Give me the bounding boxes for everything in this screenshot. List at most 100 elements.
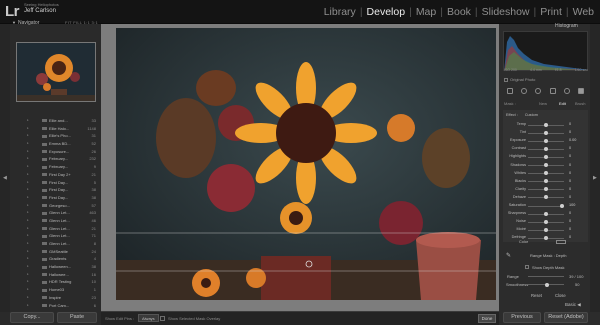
reset-adobe-button[interactable]: Reset (Adobe) [544,312,588,323]
collection-item[interactable]: ▸ Glenn Let... 463 [12,210,100,218]
original-photo-toggle[interactable]: Original Photo [504,77,535,82]
collection-item[interactable]: ▸ First Day 2+ 21 [12,172,100,180]
slider-blacks[interactable]: Blacks 0 [503,178,588,186]
expand-arrow-icon[interactable]: ▸ [27,180,29,184]
collection-item[interactable]: ▸ February... 232 [12,156,100,164]
spot-removal-icon[interactable] [521,88,528,94]
right-panel-edge[interactable] [590,24,600,312]
collection-item[interactable]: ▸ Ellie and... 33 [12,118,100,126]
expand-arrow-icon[interactable]: ▸ [27,256,29,260]
slider-value[interactable]: 0 [569,122,571,126]
slider-knob[interactable] [544,227,548,232]
collection-item[interactable]: ▸ Glenn Let... 71 [12,233,100,241]
slider-value[interactable]: 0 [569,195,571,199]
module-print[interactable]: Print [540,6,562,18]
basic-panel-header[interactable]: Basic ◀ [565,302,581,308]
slider-knob[interactable] [544,130,548,135]
color-swatch[interactable] [556,240,566,244]
mask-edit-button[interactable]: Edit [559,101,566,106]
collection-item[interactable]: ▸ Gradients 4 [12,256,100,264]
collection-item[interactable]: ▸ First Day... 38 [12,195,100,203]
collection-item[interactable]: ▸ Port Cam... 6 [12,303,100,311]
slider-knob[interactable] [544,138,548,143]
slider-highlights[interactable]: Highlights 0 [503,153,588,161]
slider-knob[interactable] [544,171,548,176]
slider-value[interactable]: 0 [569,187,571,191]
slider-temp[interactable]: Temp 0 [503,121,588,129]
expand-arrow-icon[interactable]: ▸ [27,233,29,237]
slider-knob[interactable] [544,235,548,240]
slider-knob[interactable] [544,195,548,200]
expand-arrow-icon[interactable]: ▸ [27,118,29,122]
collection-item[interactable]: ▸ Exposure... 26 [12,149,100,157]
photo-view[interactable] [116,28,496,300]
effect-select[interactable]: Custom [525,113,538,117]
collection-item[interactable]: ▸ Glenn Let... 21 [12,226,100,234]
radial-filter-icon[interactable] [563,88,570,94]
collection-item[interactable]: ▸ Hallowee... 16 [12,272,100,280]
slider-track[interactable] [528,205,564,207]
slider-value[interactable]: 0 [569,154,571,158]
zoom-levels[interactable]: FIT FILL 1:1 3:1 [65,20,98,25]
smoothness-knob[interactable] [545,282,549,287]
module-map[interactable]: Map [416,6,436,18]
slider-value[interactable]: 0 [569,130,571,134]
slider-dehaze[interactable]: Dehaze 0 [503,194,588,202]
panel-close-button[interactable]: Close [555,293,566,298]
slider-tint[interactable]: Tint 0 [503,129,588,137]
slider-contrast[interactable]: Contrast 0 [503,145,588,153]
slider-whites[interactable]: Whites 0 [503,170,588,178]
expand-arrow-icon[interactable]: ▸ [27,203,29,207]
expand-arrow-icon[interactable]: ▸ [27,172,29,176]
expand-arrow-icon[interactable]: ▸ [27,295,29,299]
expand-arrow-icon[interactable]: ▸ [27,133,29,137]
collection-item[interactable]: ▸ Georgeso... 57 [12,203,100,211]
module-web[interactable]: Web [573,6,594,18]
slider-knob[interactable] [544,219,548,224]
slider-moir[interactable]: Moiré 0 [503,226,588,234]
slider-value[interactable]: 0 [569,211,571,215]
collection-item[interactable]: ▸ Emma BD... 52 [12,141,100,149]
slider-value[interactable]: 0 [569,227,571,231]
module-library[interactable]: Library [324,6,356,18]
collection-item[interactable]: ▸ Glenn Let... 8 [12,241,100,249]
collection-item[interactable]: ▸ Ellie's Pho... 31 [12,133,100,141]
left-panel-edge[interactable] [0,24,10,312]
navigator-preview[interactable] [16,42,96,102]
collection-item[interactable]: ▸ Inspire 23 [12,295,100,303]
slider-value[interactable]: 0 [569,179,571,183]
histogram[interactable] [503,31,588,71]
slider-noise[interactable]: Noise 0 [503,218,588,226]
module-develop[interactable]: Develop [367,6,406,18]
mask-overlay-checkbox[interactable] [160,316,165,321]
slider-defringe[interactable]: Defringe 0 [503,234,588,242]
collection-item[interactable]: ▸ Halloween... 38 [12,264,100,272]
expand-arrow-icon[interactable]: ▸ [27,187,29,191]
mask-brush-button[interactable]: Brush [575,101,585,106]
slider-value[interactable]: 0.00 [569,138,576,142]
expand-arrow-icon[interactable]: ▸ [27,149,29,153]
show-depth-checkbox[interactable] [525,265,529,269]
copy-button[interactable]: Copy... [10,312,54,323]
expand-arrow-icon[interactable]: ▸ [27,272,29,276]
expand-arrow-icon[interactable]: ▸ [27,264,29,268]
slider-value[interactable]: 0 [569,235,571,239]
previous-button[interactable]: Previous [503,312,541,323]
slider-knob[interactable] [544,163,548,167]
slider-saturation[interactable]: Saturation 100 [503,202,588,210]
slider-value[interactable]: 0 [569,219,571,223]
expand-arrow-icon[interactable]: ▸ [27,141,29,145]
range-slider-track[interactable] [528,276,564,277]
collection-item[interactable]: ▸ Glenn Let... 46 [12,218,100,226]
slider-value[interactable]: 0 [569,146,571,150]
collapse-left-icon[interactable]: ◀ [3,175,7,181]
slider-knob[interactable] [544,146,548,151]
slider-knob[interactable] [544,179,548,184]
slider-knob[interactable] [544,122,548,127]
collection-item[interactable]: ▸ First Day... 38 [12,187,100,195]
original-photo-checkbox[interactable] [504,77,508,82]
done-button[interactable]: Done [478,314,496,323]
module-slideshow[interactable]: Slideshow [482,6,530,18]
expand-arrow-icon[interactable]: ▸ [27,126,29,130]
crop-tool-icon[interactable] [507,88,514,94]
